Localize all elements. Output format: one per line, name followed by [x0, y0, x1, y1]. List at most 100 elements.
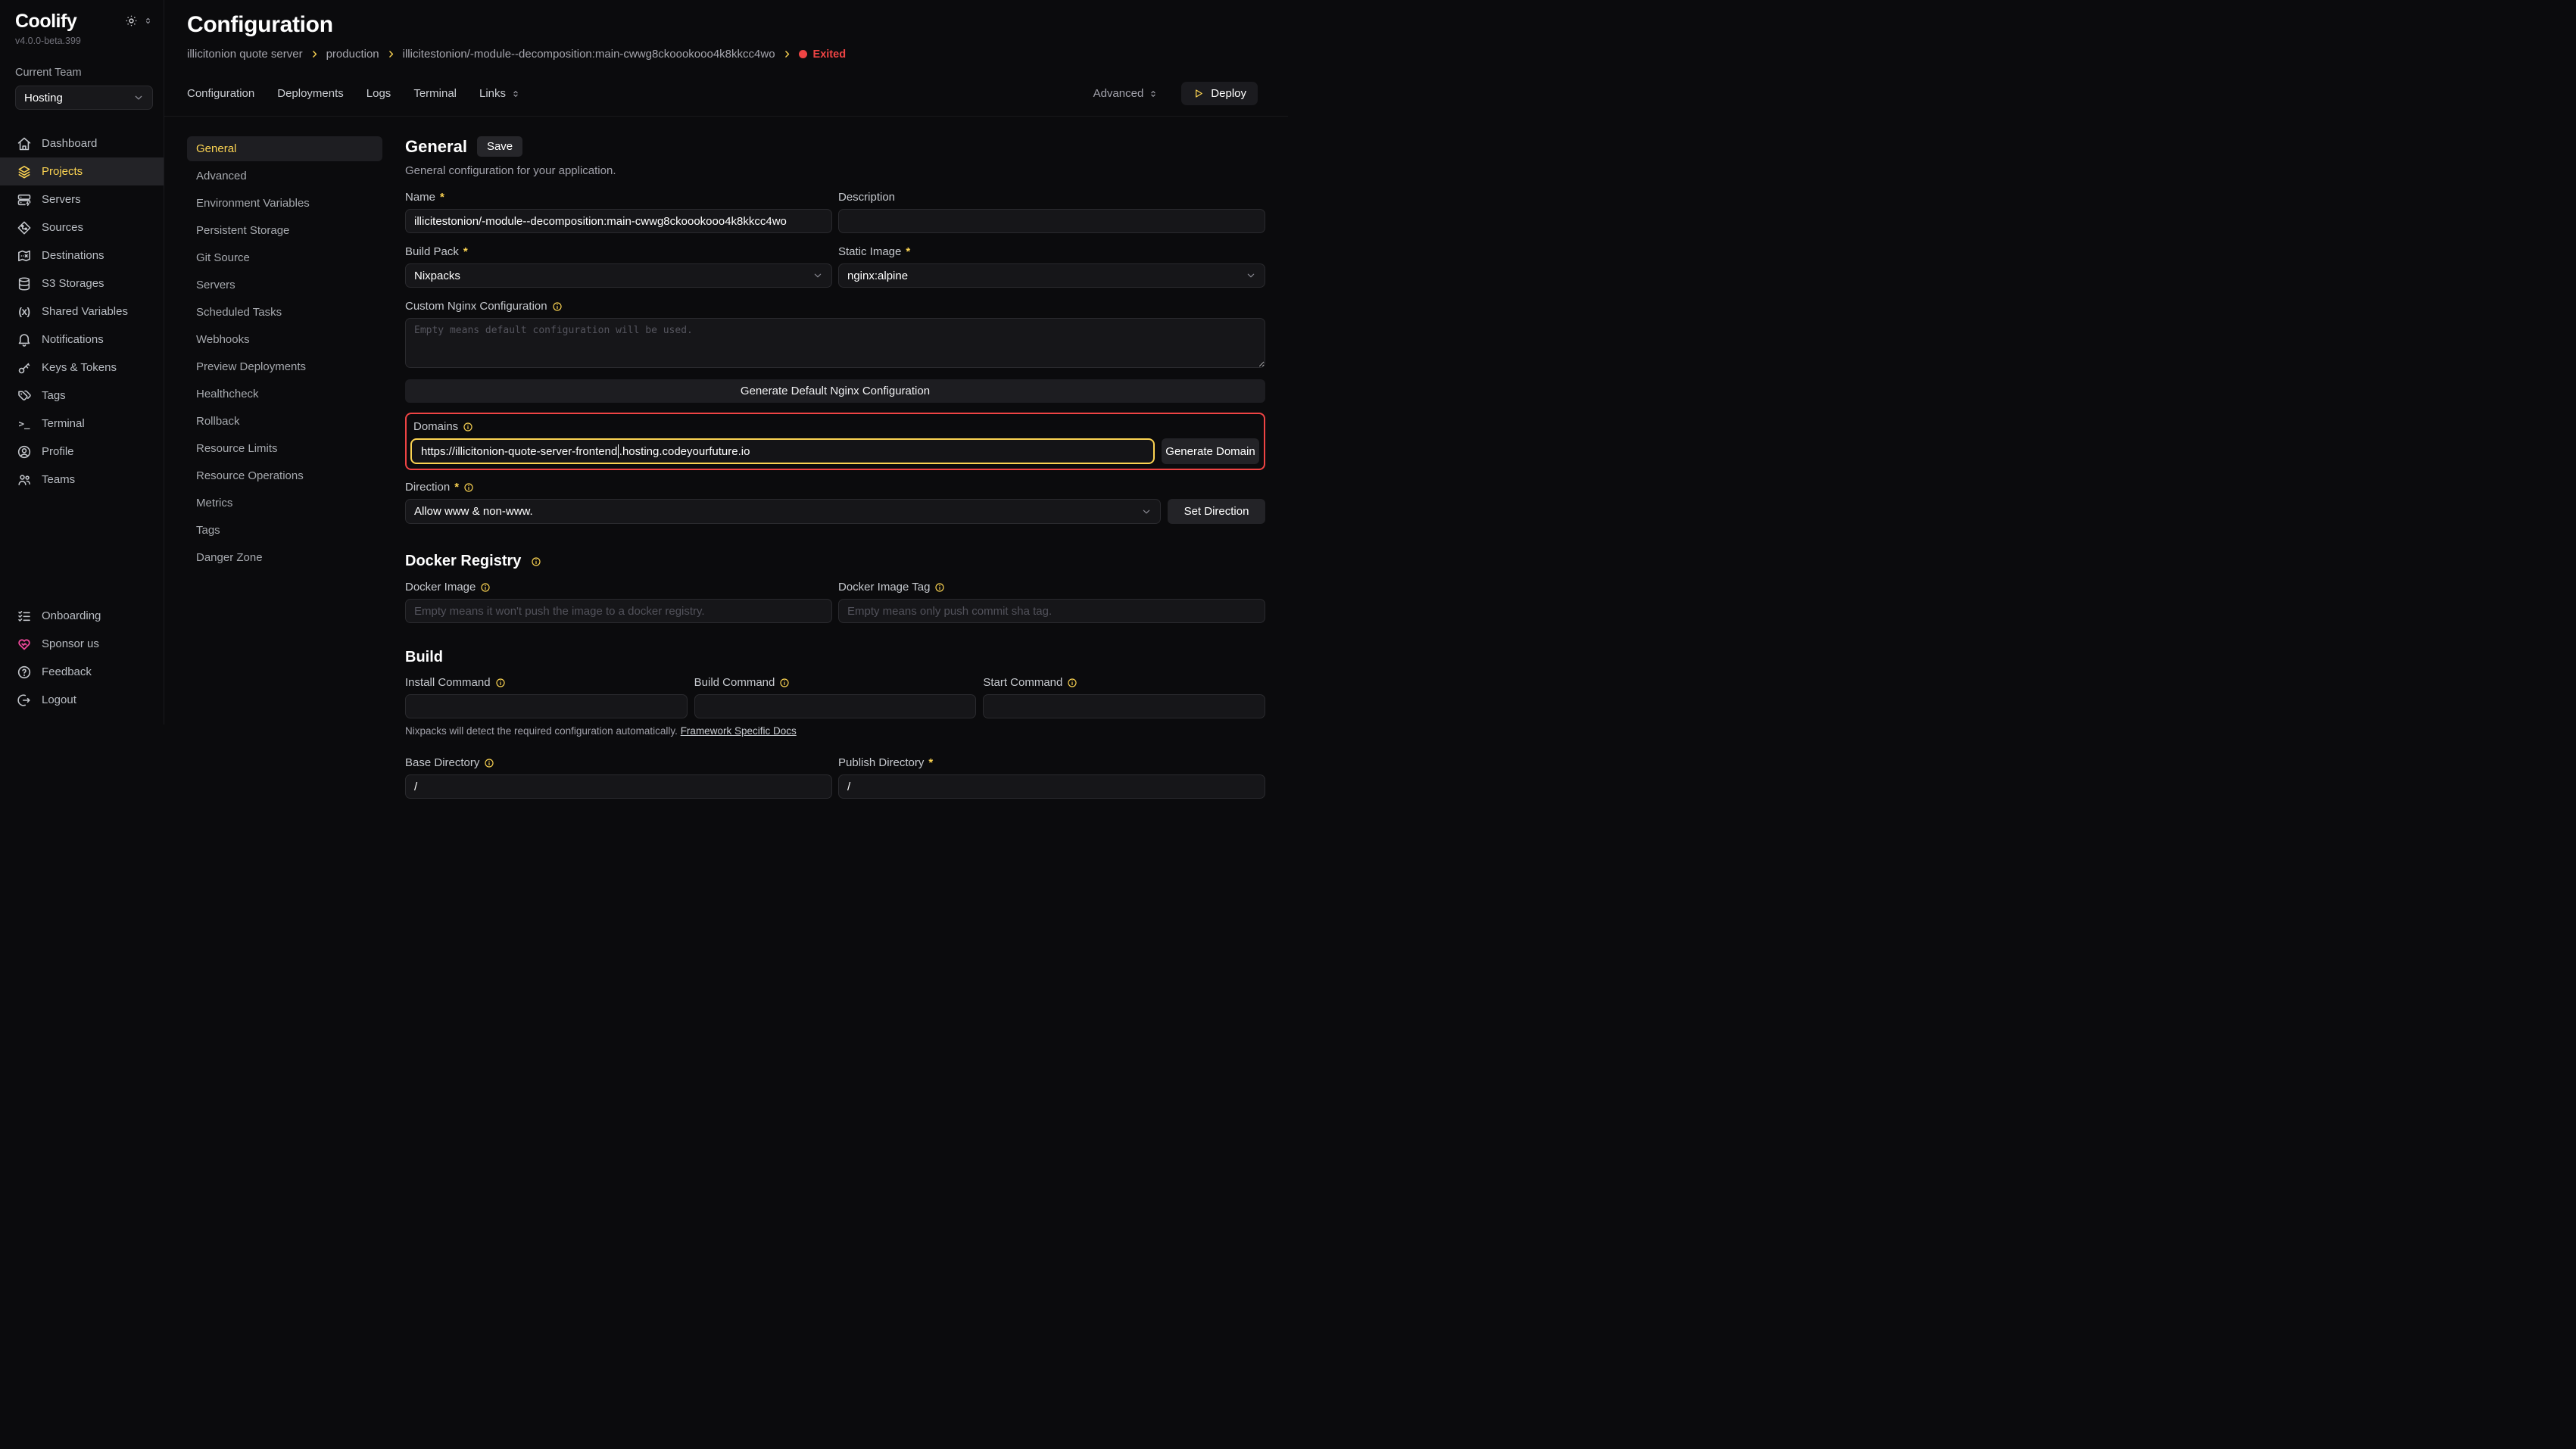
team-select[interactable]: Hosting — [15, 86, 153, 110]
direction-select[interactable]: Allow www & non-www. — [405, 499, 1161, 524]
domains-input[interactable]: https://illicitonion-quote-server-fronte… — [410, 438, 1155, 464]
sidebar-item-sponsor-us[interactable]: Sponsor us — [0, 630, 164, 658]
custom-nginx-textarea[interactable] — [405, 318, 1265, 368]
terminal-prompt-icon: >_ — [17, 416, 32, 432]
set-direction-button[interactable]: Set Direction — [1168, 499, 1265, 524]
generate-domain-button[interactable]: Generate Domain — [1162, 438, 1259, 464]
sidebar-item-s3-storages[interactable]: S3 Storages — [0, 270, 164, 298]
tab-configuration[interactable]: Configuration — [187, 87, 254, 100]
info-icon[interactable] — [480, 582, 491, 593]
subnav-scheduled-tasks[interactable]: Scheduled Tasks — [187, 300, 382, 325]
layers-icon — [17, 164, 32, 179]
subnav-advanced[interactable]: Advanced — [187, 164, 382, 189]
docker-image-input[interactable] — [405, 599, 832, 623]
key-icon — [17, 360, 32, 375]
subnav-metrics[interactable]: Metrics — [187, 491, 382, 516]
chevrons-up-down-icon — [1148, 89, 1159, 99]
description-input[interactable] — [838, 209, 1265, 233]
section-description: General configuration for your applicati… — [405, 164, 1265, 177]
framework-docs-link[interactable]: Framework Specific Docs — [681, 725, 797, 737]
chevrons-up-down-icon — [510, 89, 521, 99]
static-image-label: Static Image — [838, 245, 901, 258]
tab-logs[interactable]: Logs — [366, 87, 391, 100]
name-label: Name — [405, 191, 435, 204]
sidebar-item-servers[interactable]: Servers — [0, 185, 164, 213]
tab-terminal[interactable]: Terminal — [413, 87, 457, 100]
sidebar-item-keys-tokens[interactable]: Keys & Tokens — [0, 354, 164, 382]
install-command-input[interactable] — [405, 694, 688, 718]
start-command-label: Start Command — [983, 676, 1062, 689]
subnav-tags[interactable]: Tags — [187, 518, 382, 543]
save-button[interactable]: Save — [477, 136, 522, 157]
tab-links[interactable]: Links — [479, 87, 521, 100]
tags-icon — [17, 388, 32, 404]
static-image-select[interactable]: nginx:alpine — [838, 263, 1265, 288]
info-icon[interactable] — [531, 556, 541, 567]
sidebar-footer: Onboarding Sponsor us Feedback Logout — [0, 602, 164, 714]
sidebar-item-projects[interactable]: Projects — [0, 157, 164, 185]
build-command-input[interactable] — [694, 694, 977, 718]
sidebar-item-shared-variables[interactable]: (x) Shared Variables — [0, 298, 164, 326]
generate-nginx-button[interactable]: Generate Default Nginx Configuration — [405, 379, 1265, 403]
info-icon[interactable] — [463, 422, 473, 432]
name-input[interactable] — [405, 209, 832, 233]
theme-sun-icon[interactable] — [125, 14, 138, 27]
sidebar-item-notifications[interactable]: Notifications — [0, 326, 164, 354]
app-logo: Coolify — [15, 11, 81, 33]
page-title: Configuration — [187, 12, 1258, 38]
sidebar-item-onboarding[interactable]: Onboarding — [0, 602, 164, 630]
nixpacks-hint-text: Nixpacks will detect the required config… — [405, 725, 681, 737]
sidebar-item-teams[interactable]: Teams — [0, 466, 164, 494]
sidebar-item-label: Shared Variables — [42, 305, 128, 318]
subnav-persistent-storage[interactable]: Persistent Storage — [187, 218, 382, 243]
direction-value: Allow www & non-www. — [414, 505, 533, 518]
info-icon[interactable] — [779, 678, 790, 688]
publish-directory-input[interactable] — [838, 774, 1265, 799]
sidebar-item-profile[interactable]: Profile — [0, 438, 164, 466]
sidebar-item-terminal[interactable]: >_ Terminal — [0, 410, 164, 438]
required-asterisk: * — [906, 245, 910, 258]
subnav-danger-zone[interactable]: Danger Zone — [187, 545, 382, 570]
info-icon[interactable] — [1067, 678, 1077, 688]
sidebar-item-feedback[interactable]: Feedback — [0, 658, 164, 686]
subnav-rollback[interactable]: Rollback — [187, 409, 382, 434]
subnav-servers[interactable]: Servers — [187, 273, 382, 298]
info-icon[interactable] — [484, 758, 494, 768]
info-icon[interactable] — [463, 482, 474, 493]
info-icon[interactable] — [552, 301, 563, 312]
sidebar-item-dashboard[interactable]: Dashboard — [0, 129, 164, 157]
deploy-button[interactable]: Deploy — [1181, 82, 1258, 105]
subnav-resource-limits[interactable]: Resource Limits — [187, 436, 382, 461]
subnav-general[interactable]: General — [187, 136, 382, 161]
subnav-healthcheck[interactable]: Healthcheck — [187, 382, 382, 407]
breadcrumb-project[interactable]: illicitonion quote server — [187, 48, 303, 61]
team-select-value: Hosting — [24, 92, 63, 104]
sidebar-nav: Dashboard Projects Servers Sources Desti… — [0, 129, 164, 494]
chevron-right-icon — [782, 49, 792, 59]
advanced-selector[interactable]: Advanced — [1093, 87, 1159, 100]
sidebar-item-sources[interactable]: Sources — [0, 213, 164, 242]
sidebar-item-destinations[interactable]: Destinations — [0, 242, 164, 270]
parentheses-x-icon: (x) — [17, 304, 32, 319]
advanced-label: Advanced — [1093, 87, 1144, 100]
docker-image-tag-input[interactable] — [838, 599, 1265, 623]
breadcrumb-application[interactable]: illicitestonion/-module--decomposition:m… — [403, 48, 775, 61]
subnav-webhooks[interactable]: Webhooks — [187, 327, 382, 352]
status-text: Exited — [813, 48, 847, 61]
info-icon[interactable] — [495, 678, 506, 688]
sidebar-item-tags[interactable]: Tags — [0, 382, 164, 410]
sidebar-item-logout[interactable]: Logout — [0, 686, 164, 714]
info-icon[interactable] — [934, 582, 945, 593]
theme-selector-chevrons-icon[interactable] — [143, 16, 153, 26]
subnav-git-source[interactable]: Git Source — [187, 245, 382, 270]
subnav-resource-operations[interactable]: Resource Operations — [187, 463, 382, 488]
subnav-environment-variables[interactable]: Environment Variables — [187, 191, 382, 216]
subnav-preview-deployments[interactable]: Preview Deployments — [187, 354, 382, 379]
tab-deployments[interactable]: Deployments — [277, 87, 344, 100]
start-command-input[interactable] — [983, 694, 1265, 718]
breadcrumb-environment[interactable]: production — [326, 48, 379, 61]
base-directory-input[interactable] — [405, 774, 832, 799]
chevron-down-icon — [133, 92, 145, 104]
sidebar-item-label: Tags — [42, 389, 66, 402]
build-pack-select[interactable]: Nixpacks — [405, 263, 832, 288]
